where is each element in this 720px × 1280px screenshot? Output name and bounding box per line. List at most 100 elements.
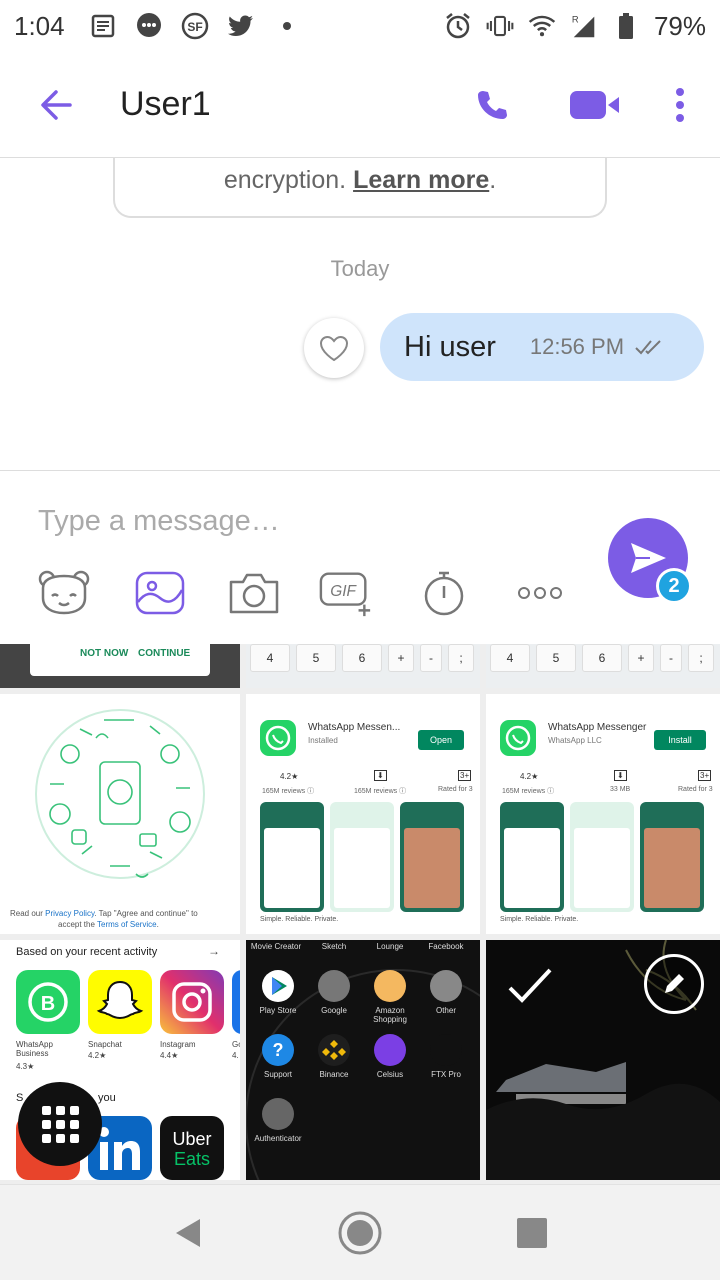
not-now-label: NOT NOW — [80, 648, 129, 659]
gallery-thumb-3[interactable]: 4 5 6 + - ; — [486, 644, 720, 688]
reviews: 165M reviews ⓘ — [502, 788, 555, 795]
selected-count-badge: 2 — [656, 568, 692, 604]
google-folder-icon — [318, 970, 350, 1002]
edit-button[interactable] — [644, 954, 704, 1014]
gallery-button[interactable] — [132, 567, 188, 619]
selected-check-icon — [508, 968, 552, 1003]
age-rating-sub: Rated for 3 — [438, 786, 473, 793]
like-message-button[interactable] — [304, 318, 364, 378]
privacy-policy-link: Privacy Policy — [45, 909, 95, 918]
key: 4 — [250, 644, 290, 672]
back-button[interactable] — [36, 85, 76, 125]
video-call-button[interactable] — [568, 85, 622, 125]
binance-icon — [318, 1034, 350, 1066]
camera-button[interactable] — [226, 567, 282, 619]
encryption-notice: ▬ ▬ ▬▬ ▬▬▬ ▬ ▬▬▬ ▬▬ ▬▬ encryption. Learn… — [113, 158, 607, 218]
message-input[interactable] — [38, 499, 558, 543]
send-icon — [631, 543, 666, 573]
back-triangle-icon — [176, 1219, 200, 1247]
encryption-end: . — [489, 166, 497, 194]
app-label: Instagram — [160, 1040, 196, 1049]
gallery-thumb-8[interactable]: Movie Creator Sketch Lounge Facebook Pla… — [246, 940, 480, 1180]
encryption-text: encryption. — [223, 166, 347, 194]
app-name: WhatsApp Messen... — [308, 722, 401, 733]
svg-text:?: ? — [273, 1040, 284, 1060]
gallery-thumb-1[interactable]: NOT NOW CONTINUE — [0, 644, 240, 688]
key: - — [420, 644, 442, 672]
key: 6 — [582, 644, 622, 672]
svg-text:Uber: Uber — [172, 1129, 211, 1149]
app-rating: 4.2★ — [88, 1051, 107, 1060]
app-developer: WhatsApp LLC — [548, 736, 602, 745]
svg-text:R: R — [572, 14, 579, 24]
other-folder-icon — [430, 970, 462, 1002]
ftx-pro-icon — [430, 1034, 462, 1066]
more-tools-button[interactable] — [512, 567, 568, 619]
signal-icon: R — [570, 12, 598, 40]
amazon-icon — [374, 970, 406, 1002]
screenshot-preview — [400, 802, 464, 912]
battery-percent: 79% — [653, 10, 706, 41]
message-text: Hi user — [404, 330, 496, 363]
gallery-thumb-9-selected[interactable] — [486, 940, 720, 1180]
svg-text:Eats: Eats — [174, 1149, 210, 1169]
key: 6 — [342, 644, 382, 672]
nav-recents-button[interactable] — [508, 1209, 556, 1257]
whatsapp-business-icon: B — [16, 970, 80, 1034]
timer-icon — [424, 571, 464, 616]
grid-icon — [41, 1105, 79, 1143]
gallery-thumb-4[interactable]: Read our Privacy Policy. Tap "Agree and … — [0, 694, 240, 934]
support-icon: ? — [262, 1034, 294, 1066]
screenshot-preview — [640, 802, 704, 912]
home-label: FTX Pro — [431, 1070, 461, 1079]
chat-header: User1 — [0, 52, 720, 158]
nav-home-button[interactable] — [336, 1209, 384, 1257]
terms-link: Terms of Service — [97, 920, 157, 929]
chat-title[interactable]: User1 — [120, 85, 211, 124]
app-rating: 4.3★ — [16, 1062, 35, 1071]
twitter-icon — [227, 12, 255, 40]
tagline: Simple. Reliable. Private. — [260, 916, 339, 923]
snapchat-icon — [88, 970, 152, 1034]
chat-area[interactable]: ▬ ▬ ▬▬ ▬▬▬ ▬ ▬▬▬ ▬▬ ▬▬ encryption. Learn… — [0, 158, 720, 470]
app-rating: 4. — [232, 1051, 239, 1060]
gallery-thumb-6[interactable]: WhatsApp Messenger WhatsApp LLC Install … — [486, 694, 720, 934]
vibrate-icon — [486, 12, 514, 40]
key: ; — [448, 644, 474, 672]
messages-icon — [135, 12, 163, 40]
key: 4 — [490, 644, 530, 672]
back-arrow-icon — [41, 89, 72, 120]
app-rating: 4.4★ — [160, 1051, 179, 1060]
learn-more-link[interactable]: Learn more — [353, 166, 489, 194]
app-size: 33 MB — [610, 786, 631, 793]
sticker-button[interactable] — [36, 567, 92, 619]
status-bar: 1:04 SF R 79% — [0, 0, 720, 52]
arrow-right-icon: → — [208, 944, 220, 958]
recommendations-heading: Based on your recent activity — [16, 946, 158, 958]
sticker-icon — [38, 570, 90, 615]
timer-button[interactable] — [416, 567, 472, 619]
key: + — [388, 644, 414, 672]
voice-call-button[interactable] — [472, 85, 512, 125]
gallery-thumb-5[interactable]: WhatsApp Messen... Installed Open 4.2★ 1… — [246, 694, 480, 934]
gallery-thumb-2[interactable]: 4 5 6 + - ; — [246, 644, 480, 688]
nav-back-button[interactable] — [164, 1209, 212, 1257]
tagline: Simple. Reliable. Private. — [500, 916, 579, 923]
key: 5 — [296, 644, 336, 672]
home-label: Other — [435, 1006, 456, 1015]
read-our-text: Read our — [10, 909, 43, 918]
system-nav-bar — [0, 1184, 720, 1280]
app-label: Snapchat — [88, 1040, 122, 1049]
video-camera-icon — [570, 90, 619, 119]
app-drawer-button[interactable] — [18, 1082, 102, 1166]
message-bubble-outgoing[interactable]: Hi user 12:56 PM — [380, 313, 704, 381]
privacy-notice: Read our Privacy Policy. Tap "Agree and … — [10, 908, 232, 930]
home-label: Binance — [319, 1070, 349, 1079]
whatsapp-app-icon — [500, 720, 536, 756]
home-label: Support — [263, 1070, 293, 1079]
authenticator-icon — [262, 1098, 294, 1130]
app-name: WhatsApp Messenger — [548, 722, 647, 733]
gif-button[interactable]: GIF — [318, 567, 374, 619]
more-options-button[interactable] — [668, 85, 692, 125]
section-heading-end: you — [98, 1092, 116, 1104]
